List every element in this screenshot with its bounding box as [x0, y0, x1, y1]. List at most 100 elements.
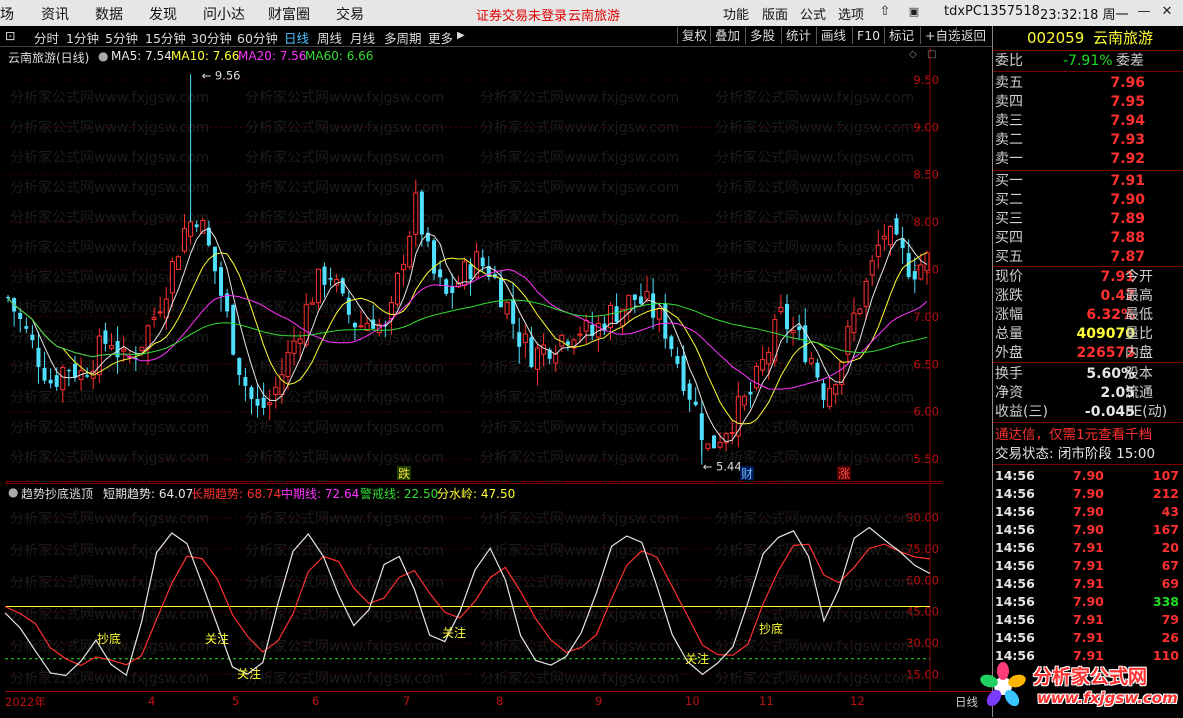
tick-volume: 26 [1161, 630, 1179, 645]
watermark-text: 分析家公式网www.fxjgsw.com [480, 119, 679, 136]
candle-body-up [863, 280, 869, 307]
menu-item-news[interactable]: 资讯 [41, 4, 69, 24]
watermark-text: 分析家公式网www.fxjgsw.com [10, 89, 209, 106]
candle-body-up [857, 308, 863, 314]
period-15min[interactable]: 15分钟 [145, 28, 186, 47]
tick-time: 14:56 [995, 504, 1035, 519]
candle-body-down [6, 296, 11, 299]
watermark-text: 分析家公式网www.fxjgsw.com [245, 479, 444, 482]
indicator-chart[interactable]: 90.00 75.00 60.00 45.00 30.00 15.00 分析家公式网www.… [5, 483, 942, 691]
period-multi[interactable]: 多周期 [384, 28, 422, 47]
candle-body-up [522, 333, 528, 344]
menu-item-trade[interactable]: 交易 [336, 4, 364, 24]
bid-level-value: 7.90 [1110, 192, 1145, 208]
multi-stock-button[interactable]: 多股 [745, 27, 779, 44]
menu-item-wealth[interactable]: 财富圈 [268, 4, 310, 24]
watermark-text: 分析家公式网www.fxjgsw.com [10, 449, 209, 466]
logo-title: 分析家公式网 [1033, 666, 1148, 688]
period-intraday[interactable]: 分时 [34, 28, 59, 47]
watermark-text: 分析家公式网www.fxjgsw.com [715, 149, 914, 166]
f10-button[interactable]: F10 [852, 27, 884, 44]
menu-item-function[interactable]: 功能 [723, 4, 749, 23]
period-weekly[interactable]: 周线 [317, 28, 342, 47]
tick-volume: 67 [1161, 558, 1179, 573]
period-monthly[interactable]: 月线 [350, 28, 375, 47]
watermark-text: 分析家公式网www.fxjgsw.com [10, 606, 209, 623]
more-chevron-icon[interactable]: ▶ [457, 30, 465, 41]
menu-item-layout[interactable]: 版面 [762, 4, 788, 23]
candle-body-down [450, 286, 455, 293]
menu-item-options[interactable]: 选项 [838, 4, 864, 23]
candle-body-down [711, 435, 716, 449]
period-more[interactable]: 更多 [428, 28, 453, 47]
candle-body-down [912, 271, 917, 280]
overlay-button[interactable]: 叠加 [710, 27, 744, 44]
ma10-label: MA10: 7.66 [171, 49, 240, 63]
promo-banner[interactable]: 通达信，仅需1元查看千档 [995, 426, 1152, 444]
watermark-text: 分析家公式网www.fxjgsw.com [715, 179, 914, 196]
ask-level-value: 7.95 [1110, 94, 1145, 110]
period-1min[interactable]: 1分钟 [66, 28, 99, 47]
signal-annotation: 关注 [442, 625, 466, 640]
candle-body-down [219, 267, 224, 296]
x-label-aug: 8 [496, 694, 504, 708]
candle-body-up [309, 302, 315, 305]
candle-body-up [188, 221, 194, 237]
ask-level: 卖一 7.92 [995, 150, 1183, 168]
period-30min[interactable]: 30分钟 [191, 28, 232, 47]
tick-row: 14:56 7.91 67 [995, 557, 1181, 575]
close-icon[interactable]: ✕ [1158, 3, 1176, 21]
menu-icon[interactable]: ▣ [905, 3, 923, 21]
signal-annotation: 关注 [685, 651, 709, 666]
tick-time: 14:56 [995, 540, 1035, 555]
minimize-icon[interactable]: — [1135, 3, 1153, 21]
bid-level: 买五 7.87 [995, 248, 1183, 266]
draw-line-button[interactable]: 画线 [816, 27, 850, 44]
stats-button[interactable]: 统计 [781, 27, 815, 44]
bid-level-label: 买四 [995, 230, 1023, 246]
candle-body-down [340, 278, 345, 294]
period-5min[interactable]: 5分钟 [105, 28, 138, 47]
signal-annotation: 抄底 [97, 631, 121, 646]
watermark-text: 分析家公式网www.fxjgsw.com [480, 89, 679, 106]
candle-body-down [36, 347, 41, 368]
watermark-text: 分析家公式网www.fxjgsw.com [715, 299, 914, 316]
event-marker: 财 [741, 467, 753, 481]
panel-close-icon[interactable]: □ [927, 49, 936, 60]
menu-item-market[interactable]: 场 [0, 4, 14, 24]
period-daily[interactable]: 日线 [284, 28, 309, 47]
watermark-text: 分析家公式网www.fxjgsw.com [245, 329, 444, 346]
y-tick-label: 6.50 [913, 357, 939, 371]
menu-item-xiaoda[interactable]: 问小达 [203, 4, 245, 24]
mark-button[interactable]: 标记 [884, 27, 918, 44]
menu-item-formula[interactable]: 公式 [800, 4, 826, 23]
candle-body-up [157, 311, 163, 314]
restore-icon[interactable]: ⇧ [876, 3, 894, 21]
period-60min[interactable]: 60分钟 [237, 28, 278, 47]
pin-icon[interactable]: ⊡ [5, 28, 15, 43]
tick-price: 7.91 [1073, 576, 1104, 591]
watermark-text: 分析家公式网www.fxjgsw.com [245, 670, 444, 687]
candle-body-down [85, 375, 90, 377]
menu-item-data[interactable]: 数据 [95, 4, 123, 24]
indicator-settings-icon[interactable]: ● [8, 485, 18, 499]
candle-body-up [577, 333, 583, 336]
adjust-button[interactable]: 复权 [677, 27, 711, 44]
tick-row: 14:56 7.91 79 [995, 611, 1181, 629]
candle-body-up [267, 402, 273, 406]
menu-item-discover[interactable]: 发现 [149, 4, 177, 24]
stock-code: 002059 [1027, 29, 1085, 47]
main-price-chart[interactable]: 9.509.008.508.007.507.006.506.005.50分析家公… [5, 47, 942, 482]
login-notice[interactable]: 证券交易未登录 [476, 5, 567, 24]
tick-price: 7.91 [1073, 630, 1104, 645]
signal-annotation: 抄底 [759, 621, 783, 636]
candle-body-down [66, 370, 71, 372]
candle-body-up [151, 317, 157, 320]
station-id: tdxPC1357518 [944, 4, 1040, 19]
diamond-icon[interactable]: ◇ [909, 49, 917, 60]
x-label-sep: 9 [595, 694, 603, 708]
settings-circle-icon[interactable]: ● [98, 49, 108, 63]
bid-level-label: 买三 [995, 211, 1023, 227]
back-button[interactable]: 返回 [956, 27, 990, 44]
x-label-may: 5 [232, 694, 240, 708]
